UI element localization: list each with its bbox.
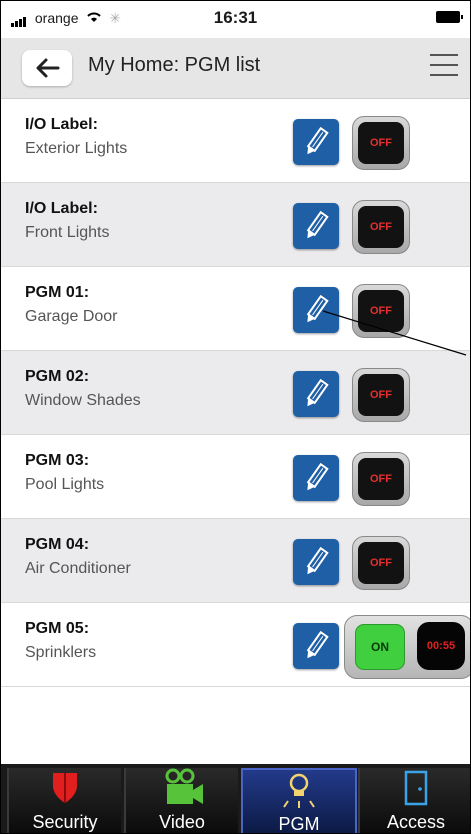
shield-icon [53, 773, 77, 803]
tab-label: Security [32, 812, 98, 832]
tab-video[interactable]: Video [124, 768, 238, 833]
tab-security[interactable]: Security [7, 768, 121, 833]
tab-label: Video [159, 812, 205, 832]
tab-label: Access [386, 812, 446, 832]
tab-label: PGM [278, 814, 320, 834]
lightbulb-icon [283, 773, 315, 808]
app-screen: orange ✳ 16:31 My Home: PGM list I/O Lab… [0, 0, 471, 834]
pointer-line [322, 310, 467, 356]
tab-bar: Security Video PGM Access [1, 764, 470, 834]
tab-access[interactable]: Access [358, 768, 470, 833]
tab-pgm[interactable]: PGM [241, 768, 357, 834]
door-icon [404, 770, 428, 806]
video-camera-icon [165, 768, 203, 804]
